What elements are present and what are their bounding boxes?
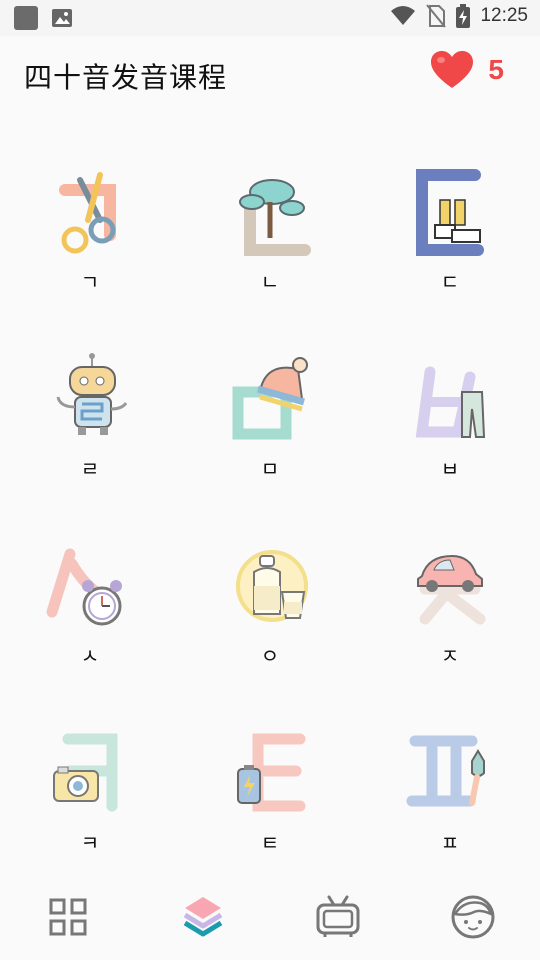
no-sim-icon bbox=[426, 4, 447, 28]
letter-card[interactable]: ㅂ bbox=[360, 317, 540, 504]
heart-icon bbox=[431, 51, 474, 88]
letter-label: ㅅ bbox=[80, 644, 100, 668]
letter-card[interactable]: ㅋ bbox=[0, 691, 180, 878]
letter-label: ㄱ bbox=[80, 270, 100, 294]
letter-label: ㄹ bbox=[80, 457, 100, 481]
letter-card[interactable]: ㅇ bbox=[180, 504, 360, 691]
battery-charging-icon bbox=[456, 4, 471, 28]
letter-card[interactable]: ㅍ bbox=[360, 691, 540, 878]
profile-icon bbox=[451, 895, 494, 939]
letter-card[interactable]: ㄹ bbox=[0, 317, 180, 504]
fork-icon bbox=[406, 735, 485, 807]
layers-icon bbox=[183, 897, 222, 937]
letter-label: ㅇ bbox=[260, 644, 280, 668]
milk-icon bbox=[236, 550, 308, 622]
letter-label: ㅂ bbox=[440, 457, 460, 481]
letter-label: ㅋ bbox=[80, 831, 100, 855]
status-bar: 12:25 bbox=[0, 0, 540, 36]
pants-icon bbox=[415, 366, 486, 438]
lives-count: 5 bbox=[488, 54, 504, 85]
car-icon bbox=[417, 554, 486, 625]
letter-card[interactable]: ㅌ bbox=[180, 691, 360, 878]
app-notification-icon bbox=[14, 6, 38, 30]
robot-icon bbox=[56, 353, 128, 435]
image-notification-icon bbox=[52, 9, 72, 27]
sneakers-icon bbox=[416, 169, 484, 256]
beanie-hat-icon bbox=[232, 357, 308, 440]
letter-card[interactable]: ㅁ bbox=[180, 317, 360, 504]
letter-card[interactable]: ㅅ bbox=[0, 504, 180, 691]
grid-icon bbox=[49, 898, 86, 936]
alarm-clock-icon bbox=[46, 548, 122, 626]
letter-card[interactable]: ㄷ bbox=[360, 130, 540, 317]
nav-grid[interactable] bbox=[28, 882, 108, 952]
letter-label: ㅌ bbox=[260, 831, 280, 855]
header: 四十音发音课程 5 bbox=[0, 36, 540, 116]
letter-label: ㄴ bbox=[260, 270, 280, 294]
letter-grid: ㄱ ㄴ ㄷ ㄹ ㅁ ㅂ ㅅ ㅇ ㅈ ㅋ ㅌ ㅍ bbox=[0, 130, 540, 878]
letter-label: ㄷ bbox=[440, 270, 460, 294]
camera-icon bbox=[53, 733, 118, 812]
nav-videos[interactable] bbox=[298, 882, 378, 952]
bottom-nav bbox=[0, 874, 540, 960]
lives-indicator[interactable]: 5 bbox=[430, 50, 504, 90]
status-time: 12:25 bbox=[480, 5, 528, 26]
tree-icon bbox=[239, 179, 311, 256]
tv-icon bbox=[316, 895, 359, 937]
scissors-icon bbox=[59, 172, 116, 254]
wifi-icon bbox=[391, 6, 416, 25]
letter-label: ㅈ bbox=[440, 644, 460, 668]
battery-icon bbox=[237, 733, 306, 812]
letter-card[interactable]: ㄴ bbox=[180, 130, 360, 317]
nav-profile[interactable] bbox=[433, 882, 513, 952]
page-title: 四十音发音课程 bbox=[24, 61, 228, 94]
letter-label: ㅁ bbox=[260, 457, 280, 481]
letter-card[interactable]: ㄱ bbox=[0, 130, 180, 317]
letter-label: ㅍ bbox=[440, 831, 460, 855]
nav-lessons[interactable] bbox=[163, 882, 243, 952]
letter-card[interactable]: ㅈ bbox=[360, 504, 540, 691]
